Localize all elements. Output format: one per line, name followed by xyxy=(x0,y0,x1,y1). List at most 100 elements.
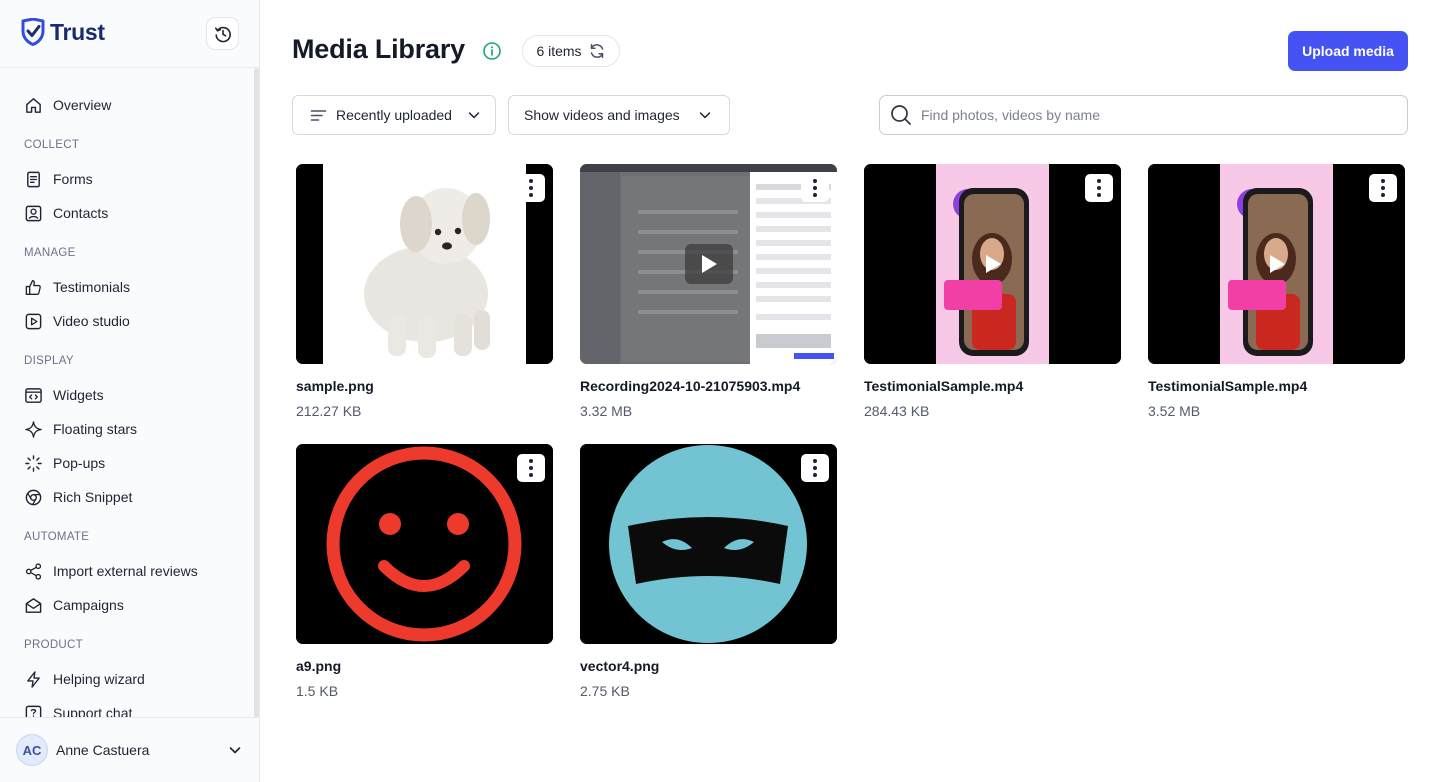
play-button[interactable] xyxy=(969,244,1017,284)
sidebar-item-import-external-reviews[interactable]: Import external reviews xyxy=(24,554,198,588)
media-thumbnail[interactable] xyxy=(1148,164,1405,364)
sidebar-item-pop-ups[interactable]: Pop-ups xyxy=(24,446,105,480)
file-size: 2.75 KB xyxy=(580,683,630,699)
history-icon xyxy=(214,26,231,42)
upload-media-button[interactable]: Upload media xyxy=(1288,31,1408,71)
file-name: Recording2024-10-21075903.mp4 xyxy=(580,378,801,394)
video-play-icon xyxy=(25,313,42,329)
sidebar-item-rich-snippet[interactable]: Rich Snippet xyxy=(24,480,132,514)
sidebar-item-widgets[interactable]: Widgets xyxy=(24,378,104,412)
search-input[interactable] xyxy=(921,107,1381,123)
file-size: 3.32 MB xyxy=(580,403,633,419)
smiley-image xyxy=(296,444,553,644)
sidebar-item-label: Rich Snippet xyxy=(53,489,133,505)
sidebar-item-label: Forms xyxy=(53,171,93,187)
sidebar-item-label: Testimonials xyxy=(53,279,131,295)
sidebar-item-forms[interactable]: Forms xyxy=(24,162,93,196)
refresh-icon[interactable] xyxy=(588,42,606,60)
sidebar-item-label: Import external reviews xyxy=(53,563,198,579)
sidebar-item-testimonials[interactable]: Testimonials xyxy=(24,270,130,304)
mail-open-icon xyxy=(25,597,42,613)
media-thumbnail[interactable] xyxy=(580,444,837,644)
file-size: 3.52 MB xyxy=(1148,403,1201,419)
search-box xyxy=(879,95,1408,135)
form-icon xyxy=(27,171,40,187)
play-button[interactable] xyxy=(684,244,733,284)
media-thumbnail[interactable] xyxy=(296,444,553,644)
media-card[interactable]: sample.png 212.27 KB xyxy=(296,164,553,419)
sidebar-item-helping-wizard[interactable]: Helping wizard xyxy=(24,662,145,696)
user-name: Anne Castuera xyxy=(56,742,150,758)
more-options-button[interactable] xyxy=(1085,174,1113,202)
sidebar-item-campaigns[interactable]: Campaigns xyxy=(24,588,124,622)
file-name: TestimonialSample.mp4 xyxy=(1148,378,1308,394)
section-display: DISPLAY xyxy=(24,355,74,367)
file-size: 212.27 KB xyxy=(296,403,362,419)
sidebar-item-label: Campaigns xyxy=(53,597,124,613)
more-options-button[interactable] xyxy=(517,454,545,482)
sidebar-item-contacts[interactable]: Contacts xyxy=(24,196,108,230)
user-menu[interactable]: AC Anne Castuera xyxy=(0,717,259,782)
media-card[interactable]: TestimonialSample.mp4 3.52 MB xyxy=(1148,164,1405,419)
file-size: 1.5 KB xyxy=(296,683,339,699)
lightning-icon xyxy=(27,670,40,688)
sort-value: Recently uploaded xyxy=(336,107,452,123)
file-name: vector4.png xyxy=(580,658,660,674)
home-icon xyxy=(26,97,41,113)
media-card[interactable]: vector4.png 2.75 KB xyxy=(580,444,837,699)
media-card[interactable]: Recording2024-10-21075903.mp4 3.32 MB xyxy=(580,164,837,419)
dog-image xyxy=(296,164,553,364)
chevron-down-icon xyxy=(699,112,710,119)
sort-dropdown[interactable]: Recently uploaded xyxy=(292,95,496,135)
chrome-icon xyxy=(25,489,42,505)
sidebar-item-floating-stars[interactable]: Floating stars xyxy=(24,412,137,446)
sidebar-item-label: Floating stars xyxy=(53,421,138,437)
media-type-dropdown[interactable]: Show videos and images xyxy=(508,95,730,135)
avatar: AC xyxy=(16,734,48,766)
media-thumbnail[interactable] xyxy=(296,164,553,364)
sidebar-item-label: Contacts xyxy=(53,205,109,221)
sidebar-item-label: Widgets xyxy=(53,387,104,403)
play-button[interactable] xyxy=(1253,244,1301,284)
help-chat-icon xyxy=(25,705,42,718)
more-options-button[interactable] xyxy=(801,174,829,202)
more-options-button[interactable] xyxy=(801,454,829,482)
info-icon[interactable] xyxy=(482,41,502,61)
play-icon xyxy=(701,255,717,273)
chevron-down-icon xyxy=(229,747,241,754)
media-card[interactable]: a9.png 1.5 KB xyxy=(296,444,553,699)
sidebar: Trust Overview COLLECT Forms Contacts MA… xyxy=(0,0,260,782)
sort-lines-icon xyxy=(310,109,327,121)
logo-row: Trust xyxy=(0,0,259,68)
sidebar-item-label: Pop-ups xyxy=(53,455,106,471)
loader-icon xyxy=(25,454,42,472)
contact-card-icon xyxy=(25,205,42,221)
section-collect: COLLECT xyxy=(24,139,80,151)
section-automate: AUTOMATE xyxy=(24,531,90,543)
items-count: 6 items xyxy=(536,43,582,59)
sidebar-item-label: Helping wizard xyxy=(53,671,145,687)
more-options-button[interactable] xyxy=(517,174,545,202)
share-nodes-icon xyxy=(25,562,42,580)
items-count-badge: 6 items xyxy=(522,35,620,67)
sidebar-item-overview[interactable]: Overview xyxy=(24,88,111,122)
history-button[interactable] xyxy=(206,17,239,50)
sidebar-item-video-studio[interactable]: Video studio xyxy=(24,304,130,338)
sidebar-item-support-chat[interactable]: Support chat xyxy=(24,696,132,718)
brand-logo[interactable]: Trust xyxy=(20,18,105,46)
more-options-button[interactable] xyxy=(1369,174,1397,202)
page-title: Media Library xyxy=(292,34,465,64)
sidebar-nav: Overview COLLECT Forms Contacts MANAGE T… xyxy=(0,88,254,718)
sparkle-icon xyxy=(25,420,42,438)
media-thumbnail[interactable] xyxy=(580,164,837,364)
sidebar-item-label: Overview xyxy=(53,97,112,113)
file-size: 284.43 KB xyxy=(864,403,930,419)
section-manage: MANAGE xyxy=(24,247,76,259)
media-card[interactable]: TestimonialSample.mp4 284.43 KB xyxy=(864,164,1121,419)
search-icon xyxy=(891,105,911,125)
play-icon xyxy=(1269,255,1285,273)
chevron-down-icon xyxy=(468,112,480,119)
sidebar-scrollbar[interactable] xyxy=(254,68,259,718)
thumbs-up-icon xyxy=(25,279,41,295)
media-thumbnail[interactable] xyxy=(864,164,1121,364)
